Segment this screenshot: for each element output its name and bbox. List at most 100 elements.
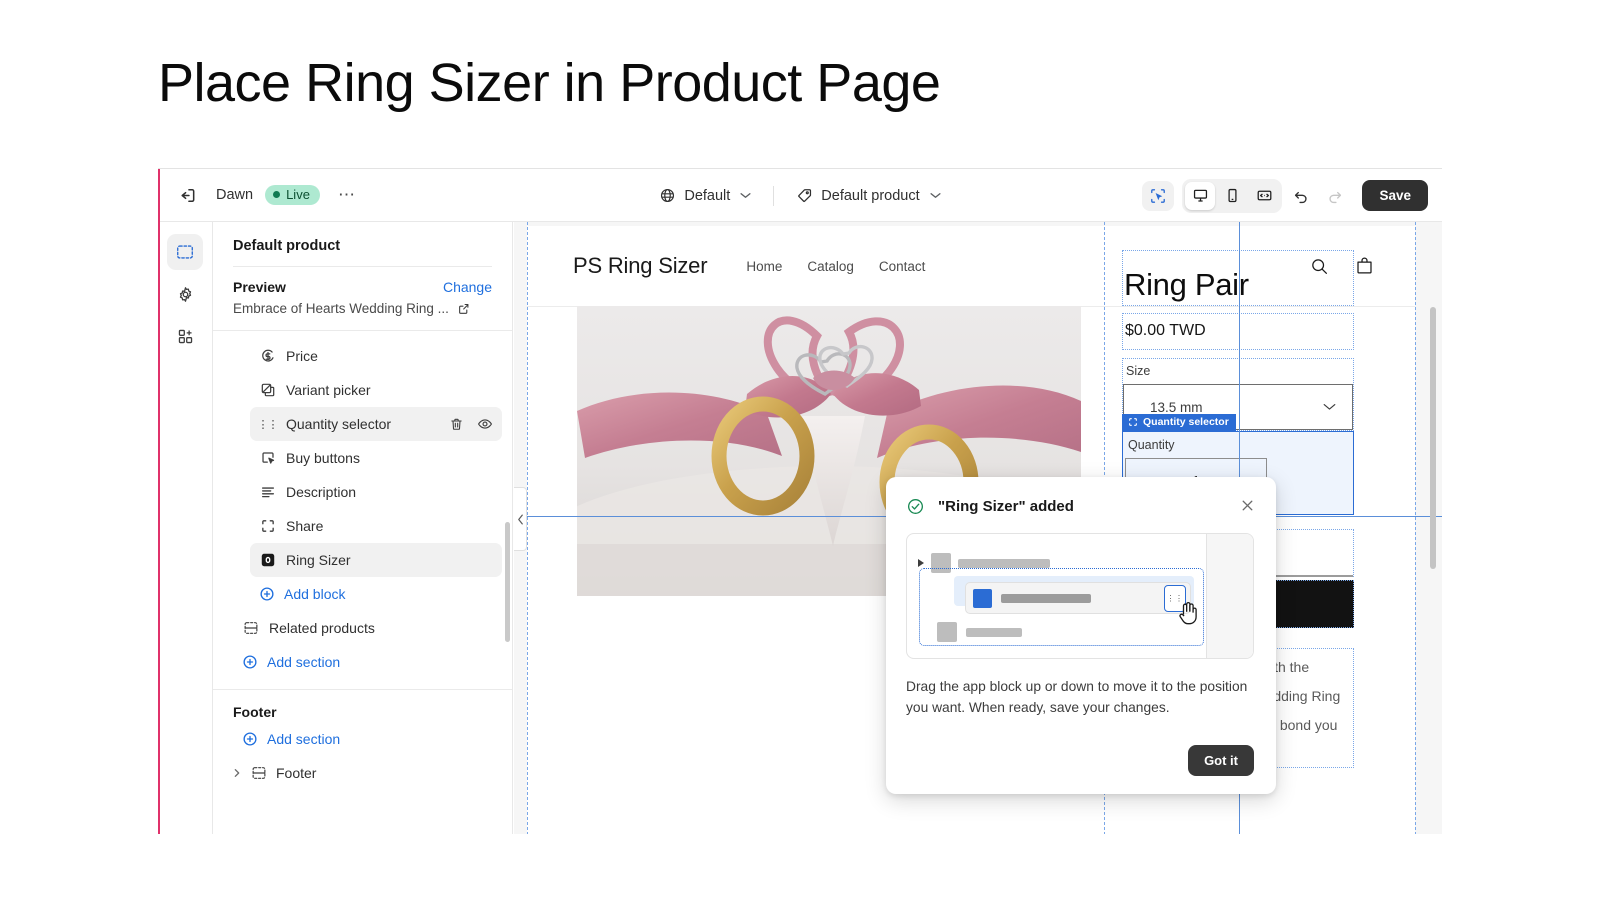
block-label: Variant picker	[286, 382, 371, 398]
quantity-label: Quantity	[1128, 438, 1175, 452]
sidebar-scrollbar[interactable]	[505, 522, 510, 642]
chevron-down-icon	[930, 192, 941, 199]
check-circle-icon	[906, 497, 925, 516]
drag-illustration: ⋮⋮	[906, 533, 1254, 659]
illustration-row-below	[937, 622, 1022, 642]
section-label: Footer	[276, 765, 317, 781]
section-icon	[242, 620, 259, 637]
block-label: Buy buttons	[286, 450, 360, 466]
block-label: Price	[286, 348, 318, 364]
block-item-variant-picker[interactable]: Variant picker	[250, 373, 502, 407]
preview-scrollbar[interactable]	[1430, 307, 1436, 569]
hand-cursor-icon	[1177, 600, 1199, 626]
add-section-button[interactable]: Add section	[233, 645, 502, 679]
block-label: Description	[286, 484, 357, 500]
block-item-quantity-selector[interactable]: ⋮⋮ Quantity selector	[250, 407, 502, 441]
chevron-down-icon	[740, 192, 751, 199]
placeholder-bar	[966, 627, 1022, 637]
section-label: Related products	[269, 620, 375, 636]
app-block-added-modal: "Ring Sizer" added ⋮⋮ Drag the app block…	[886, 477, 1276, 794]
change-preview-link[interactable]: Change	[443, 279, 492, 295]
section-block-tree: Price Variant picker ⋮⋮ Quantity selecto…	[213, 331, 512, 679]
block-item-ring-sizer[interactable]: Ring Sizer	[250, 543, 502, 577]
add-block-button[interactable]: Add block	[250, 577, 502, 611]
product-title[interactable]: Ring Pair	[1122, 250, 1354, 306]
product-price[interactable]: $0.00 TWD	[1122, 313, 1354, 350]
theme-editor-window: Dawn Live ⋯ Default Default product Save…	[158, 168, 1442, 834]
live-label: Live	[286, 187, 310, 202]
placeholder-bar	[1001, 593, 1091, 603]
plus-circle-icon	[242, 731, 258, 747]
nav-link-catalog[interactable]: Catalog	[807, 259, 854, 274]
block-item-price[interactable]: Price	[250, 339, 502, 373]
ellipsis-icon[interactable]: ⋯	[333, 181, 361, 209]
status-badge: Quantity selector	[1122, 414, 1236, 432]
mobile-icon[interactable]	[1217, 182, 1247, 210]
section-icon	[251, 765, 267, 781]
guide-line-left	[527, 222, 528, 834]
illustration-dragged-block: ⋮⋮	[965, 582, 1191, 614]
eye-icon[interactable]	[477, 416, 493, 432]
block-item-buy-buttons[interactable]: Buy buttons	[250, 441, 502, 475]
fullscreen-icon[interactable]	[1249, 182, 1279, 210]
drag-grip-icon[interactable]: ⋮⋮	[258, 416, 279, 433]
close-icon[interactable]	[1238, 496, 1256, 514]
apps-icon[interactable]	[167, 318, 203, 354]
select-tool-icon[interactable]	[1142, 180, 1175, 211]
got-it-button[interactable]: Got it	[1188, 745, 1254, 776]
variant-picker-icon	[259, 382, 276, 399]
theme-name: Dawn	[216, 187, 254, 203]
variant-label: Size	[1126, 364, 1151, 378]
modal-actions: Got it	[1188, 745, 1254, 776]
language-selector-label: Default	[684, 187, 731, 204]
external-link-icon[interactable]	[457, 302, 471, 316]
device-toggle-group	[1182, 178, 1283, 213]
page-title: Place Ring Sizer in Product Page	[158, 53, 941, 113]
gear-icon[interactable]	[167, 276, 203, 312]
undo-icon[interactable]	[1286, 181, 1316, 211]
placeholder-bar	[958, 558, 1050, 568]
quantity-badge-label: Quantity selector	[1143, 416, 1229, 428]
sections-icon[interactable]	[167, 234, 203, 270]
price-icon	[259, 348, 276, 365]
footer-add-section-label: Add section	[267, 731, 341, 747]
modal-body-text: Drag the app block up or down to move it…	[906, 679, 1248, 715]
preview-product-name: Embrace of Hearts Wedding Ring ...	[233, 301, 449, 316]
illustration-side-panel	[1206, 534, 1253, 658]
modal-header: "Ring Sizer" added	[906, 497, 1254, 516]
block-label: Quantity selector	[286, 416, 392, 432]
sidebar-header: Default product	[213, 222, 512, 266]
nav-link-home[interactable]: Home	[746, 259, 782, 274]
preview-label: Preview	[233, 279, 286, 295]
live-dot	[273, 191, 281, 198]
left-accent-line	[158, 169, 160, 834]
store-logo[interactable]: PS Ring Sizer	[573, 253, 708, 279]
add-section-label: Add section	[267, 654, 341, 670]
buy-buttons-icon	[259, 450, 276, 467]
section-item-footer[interactable]: Footer	[223, 756, 512, 790]
block-item-share[interactable]: Share	[250, 509, 502, 543]
cart-icon[interactable]	[1354, 256, 1375, 277]
editor-sidebar: Default product Preview Change Embrace o…	[213, 222, 513, 834]
sidebar-title: Default product	[233, 238, 341, 254]
storefront-nav: Home Catalog Contact	[746, 259, 925, 274]
template-selector-label: Default product	[821, 187, 920, 204]
nav-link-contact[interactable]: Contact	[879, 259, 926, 274]
collapse-sidebar-handle[interactable]	[514, 487, 527, 551]
desktop-icon[interactable]	[1185, 181, 1216, 210]
chevron-right-icon[interactable]	[232, 768, 242, 778]
language-selector[interactable]: Default	[649, 182, 761, 209]
modal-title: "Ring Sizer" added	[938, 498, 1074, 515]
section-item-related-products[interactable]: Related products	[233, 611, 502, 645]
preview-canvas: PS Ring Sizer Home Catalog Contact Ring …	[514, 222, 1442, 834]
footer-add-section-button[interactable]: Add section	[233, 722, 512, 756]
block-badge-icon	[1128, 417, 1138, 427]
template-selector[interactable]: Default product	[786, 182, 950, 209]
exit-icon[interactable]	[172, 180, 202, 210]
plus-circle-icon	[259, 586, 275, 602]
trash-icon[interactable]	[449, 417, 464, 432]
redo-icon	[1320, 181, 1350, 211]
placeholder-square	[937, 622, 957, 642]
block-item-description[interactable]: Description	[250, 475, 502, 509]
save-button[interactable]: Save	[1362, 180, 1428, 211]
